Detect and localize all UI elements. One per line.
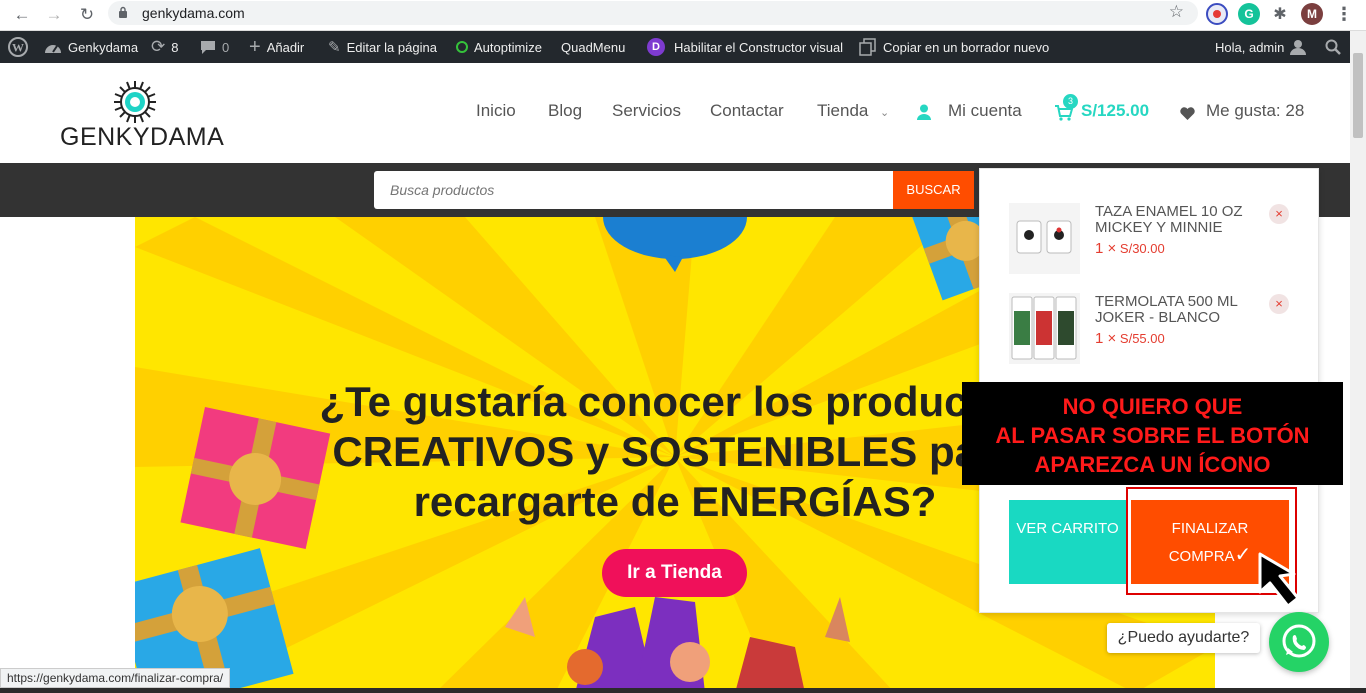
whatsapp-chat-button[interactable] (1269, 612, 1329, 672)
copy-icon (859, 38, 876, 56)
pencil-icon: ✎ (328, 39, 341, 56)
remove-item-icon[interactable]: × (1269, 294, 1289, 314)
product-thumbnail[interactable] (1009, 293, 1080, 364)
nav-mi-cuenta[interactable]: Mi cuenta (948, 101, 1022, 121)
account-greeting[interactable]: Hola, admin (1215, 31, 1307, 63)
site-name-link[interactable]: Genkydama (44, 31, 138, 63)
annotation-note: NO QUIERO QUE AL PASAR SOBRE EL BOTÓN AP… (962, 382, 1343, 485)
cart-count-badge: 3 (1063, 94, 1078, 109)
edit-page-link[interactable]: ✎ Editar la página (328, 31, 437, 63)
scrollbar-thumb[interactable] (1353, 53, 1363, 138)
quadmenu-link[interactable]: QuadMenu (561, 31, 625, 63)
cart-item-price: 1 × S/55.00 (1095, 330, 1165, 347)
link-status-bar: https://genkydama.com/finalizar-compra/ (0, 668, 231, 688)
user-icon (1290, 40, 1307, 55)
updates-link[interactable]: ⟳ 8 (151, 31, 178, 63)
likes-counter[interactable]: Me gusta: 28 (1206, 101, 1304, 121)
browser-window: ← → ↻ genkydama.com ☆ G ✱ M ⋮ W Genkydam… (0, 0, 1366, 693)
address-bar[interactable]: genkydama.com ☆ (108, 1, 1198, 25)
divi-icon: D (647, 38, 665, 56)
user-account-icon[interactable] (917, 104, 931, 120)
chat-help-bubble[interactable]: ¿Puedo ayudarte? (1107, 623, 1260, 653)
plus-icon: + (249, 35, 261, 58)
url-text: genkydama.com (142, 5, 245, 21)
svg-text:W: W (12, 41, 24, 55)
lock-icon (119, 6, 127, 18)
nav-contactar[interactable]: Contactar (710, 101, 784, 121)
nav-servicios[interactable]: Servicios (612, 101, 681, 121)
add-new-link[interactable]: + Añadir (249, 31, 304, 63)
wordpress-logo-icon[interactable]: W (8, 31, 28, 63)
site-header: GENKYDAMA Inicio Blog Servicios Contacta… (0, 63, 1350, 163)
page-scrollbar[interactable] (1350, 31, 1366, 693)
updates-icon: ⟳ (151, 37, 166, 56)
back-icon[interactable]: ← (10, 3, 34, 27)
nav-tienda[interactable]: Tienda (817, 101, 868, 121)
grammarly-extension-icon[interactable]: G (1238, 3, 1260, 25)
autoptimize-link[interactable]: Autoptimize (456, 31, 542, 63)
nav-inicio[interactable]: Inicio (476, 101, 516, 121)
browser-toolbar: ← → ↻ genkydama.com ☆ G ✱ M ⋮ (0, 0, 1366, 31)
cart-item-name[interactable]: TERMOLATA 500 ML JOKER - BLANCO (1095, 294, 1265, 326)
cursor-arrow-icon (1258, 552, 1300, 608)
wp-admin-bar: W Genkydama ⟳ 8 0 + Añadir ✎ Editar la p… (0, 31, 1366, 63)
cart-total[interactable]: S/125.00 (1081, 101, 1149, 121)
logo-text[interactable]: GENKYDAMA (60, 123, 224, 152)
logo-sun-icon[interactable] (113, 80, 157, 124)
view-cart-button[interactable]: VER CARRITO (1009, 500, 1126, 584)
cart-item-name[interactable]: TAZA ENAMEL 10 OZ MICKEY Y MINNIE (1095, 204, 1265, 236)
visual-builder-link[interactable]: D Habilitar el Constructor visual (647, 31, 843, 63)
whatsapp-icon (1282, 624, 1316, 658)
bookmark-star-icon[interactable]: ☆ (1169, 2, 1184, 22)
cart-item-price: 1 × S/30.00 (1095, 240, 1165, 257)
go-to-shop-button[interactable]: Ir a Tienda (602, 549, 747, 597)
reload-icon[interactable]: ↻ (75, 3, 99, 27)
extensions-puzzle-icon[interactable]: ✱ (1269, 3, 1291, 25)
product-search-input[interactable] (374, 171, 893, 209)
profile-avatar[interactable]: M (1301, 3, 1323, 25)
nav-blog[interactable]: Blog (548, 101, 582, 121)
admin-search-icon[interactable] (1325, 31, 1341, 63)
forward-icon[interactable]: → (42, 3, 66, 27)
extension-shield-icon[interactable] (1206, 3, 1228, 25)
search-button[interactable]: BUSCAR (893, 171, 974, 209)
remove-item-icon[interactable]: × (1269, 204, 1289, 224)
taskbar-strip (0, 688, 1366, 693)
dashboard-icon (45, 45, 61, 53)
comments-link[interactable]: 0 (200, 31, 229, 63)
chevron-down-icon[interactable]: ⌄ (880, 106, 889, 119)
copy-draft-link[interactable]: Copiar en un borrador nuevo (859, 31, 1049, 63)
product-thumbnail[interactable] (1009, 203, 1080, 274)
browser-menu-icon[interactable]: ⋮ (1333, 3, 1355, 25)
heart-icon[interactable] (1180, 107, 1195, 120)
comment-icon (201, 40, 215, 54)
status-circle-icon (456, 41, 468, 53)
